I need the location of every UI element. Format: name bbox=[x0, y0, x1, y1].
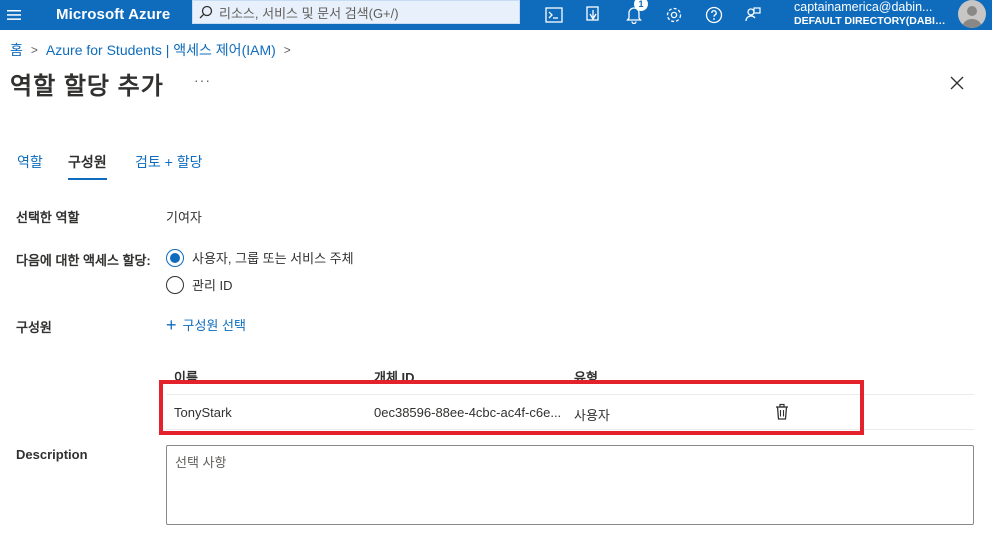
radio-label-managed-id: 관리 ID bbox=[192, 278, 233, 293]
highlight-annotation-box bbox=[159, 380, 864, 435]
breadcrumb: 홈 > Azure for Students | 액세스 제어(IAM) > bbox=[10, 40, 299, 60]
brand-link[interactable]: Microsoft Azure bbox=[56, 0, 170, 30]
radio-checked-icon[interactable] bbox=[166, 248, 184, 267]
cloud-shell-icon[interactable] bbox=[539, 0, 569, 30]
breadcrumb-home[interactable]: 홈 bbox=[10, 40, 23, 60]
description-textarea[interactable]: 선택 사항 bbox=[166, 445, 974, 525]
account-email: captainamerica@dabin... bbox=[794, 0, 933, 14]
search-input[interactable]: 리소스, 서비스 및 문서 검색(G+/) bbox=[192, 0, 520, 24]
feedback-icon[interactable] bbox=[738, 0, 768, 30]
select-members-link[interactable]: + 구성원 선택 bbox=[166, 315, 246, 334]
chevron-right-icon: > bbox=[30, 43, 38, 57]
page-title: 역할 할당 추가 bbox=[10, 73, 164, 100]
top-bar: Microsoft Azure 리소스, 서비스 및 문서 검색(G+/) 1 … bbox=[0, 0, 992, 30]
selected-role-label: 선택한 역할 bbox=[16, 210, 80, 225]
more-options-button[interactable]: ··· bbox=[194, 72, 211, 88]
hamburger-icon[interactable] bbox=[0, 0, 28, 30]
account-directory: DEFAULT DIRECTORY(DABIN1... bbox=[794, 15, 952, 27]
members-label: 구성원 bbox=[16, 320, 52, 335]
avatar[interactable] bbox=[958, 0, 986, 28]
tab-review-assign[interactable]: 검토 + 할당 bbox=[135, 152, 202, 180]
close-icon[interactable] bbox=[948, 74, 966, 92]
description-placeholder: 선택 사항 bbox=[175, 455, 227, 470]
radio-managed-identity[interactable]: 관리 ID bbox=[166, 275, 233, 294]
gear-icon[interactable] bbox=[659, 0, 689, 30]
assign-access-label: 다음에 대한 액세스 할당: bbox=[16, 253, 151, 268]
radio-label-user: 사용자, 그룹 또는 서비스 주체 bbox=[192, 251, 354, 266]
chevron-right-icon: > bbox=[283, 43, 291, 57]
radio-unchecked-icon[interactable] bbox=[166, 275, 184, 294]
tab-members[interactable]: 구성원 bbox=[68, 152, 107, 180]
search-placeholder: 리소스, 서비스 및 문서 검색(G+/) bbox=[219, 5, 399, 21]
selected-role-value: 기여자 bbox=[166, 210, 202, 225]
directory-filter-icon[interactable] bbox=[578, 0, 608, 30]
plus-icon: + bbox=[166, 314, 177, 335]
description-label: Description bbox=[16, 447, 88, 462]
radio-user-group-principal[interactable]: 사용자, 그룹 또는 서비스 주체 bbox=[166, 248, 354, 267]
account-menu[interactable]: captainamerica@dabin... DEFAULT DIRECTOR… bbox=[794, 0, 952, 28]
search-icon bbox=[199, 5, 213, 19]
select-members-label: 구성원 선택 bbox=[182, 318, 246, 333]
tab-role[interactable]: 역할 bbox=[17, 152, 43, 180]
breadcrumb-iam[interactable]: Azure for Students | 액세스 제어(IAM) bbox=[46, 40, 276, 60]
help-icon[interactable] bbox=[699, 0, 729, 30]
